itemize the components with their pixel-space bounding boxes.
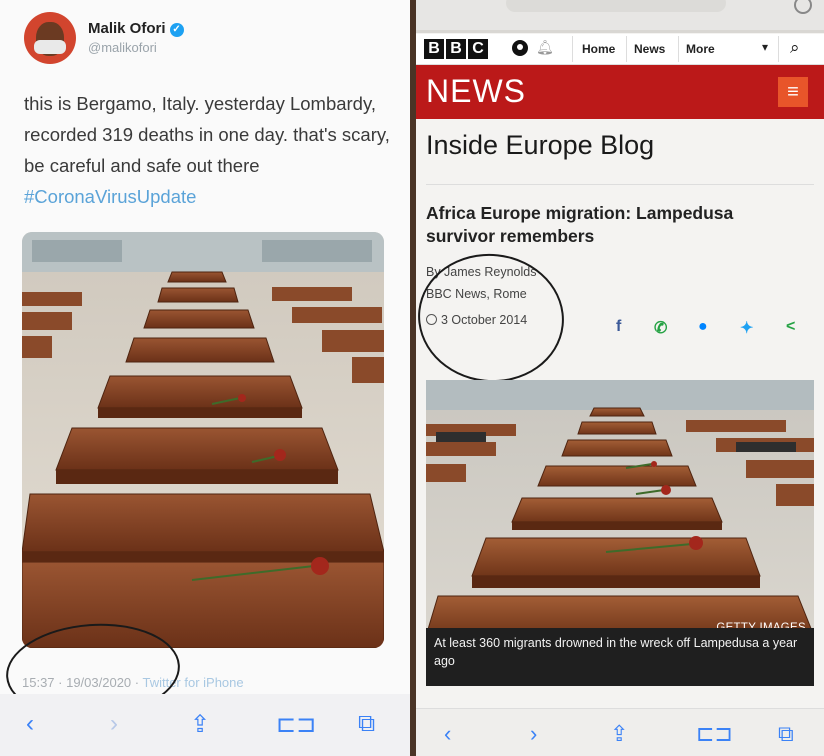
photo-caption: At least 360 migrants drowned in the wre… (426, 628, 814, 686)
share-icon[interactable]: ⇪ (610, 721, 628, 747)
article-photo[interactable]: GETTY IMAGES At least 360 migrants drown… (426, 380, 814, 686)
back-chevron-icon[interactable]: ‹ (444, 721, 451, 747)
divider (426, 184, 814, 185)
bbc-logo[interactable]: B B C (424, 39, 488, 59)
nav-more[interactable]: More (686, 42, 715, 56)
logo-letter: B (446, 39, 466, 59)
logo-letter: C (468, 39, 488, 59)
logo-letter: B (424, 39, 444, 59)
search-icon[interactable]: ⌕ (790, 38, 800, 58)
safari-toolbar: ‹ › ⇪ ⊏⊐ ⧉ (0, 694, 410, 756)
hashtag-link[interactable]: #CoronaVirusUpdate (24, 186, 196, 207)
coffins-photo (22, 232, 384, 648)
bbc-top-nav: B B C 🔔︎ Home News More ▾ ⌕ (416, 34, 824, 65)
tweet-text: this is Bergamo, Italy. yesterday Lombar… (24, 88, 394, 212)
verified-badge-icon: ✓ (169, 23, 184, 37)
tweet-screenshot: Malik Ofori ✓ @malikofori this is Bergamo… (0, 0, 416, 756)
messenger-icon[interactable]: ● (698, 318, 708, 336)
bbc-article-screenshot: B B C 🔔︎ Home News More ▾ ⌕ NEWS ≡ Insid… (416, 0, 824, 756)
share-icon[interactable]: ⇪ (190, 710, 210, 739)
book-icon[interactable]: ⊏⊐ (696, 721, 733, 747)
nav-news[interactable]: News (634, 42, 665, 56)
tabs-icon[interactable]: ⧉ (778, 721, 794, 747)
tabs-icon[interactable]: ⧉ (358, 710, 375, 738)
notifications-bell-icon[interactable]: 🔔︎ (536, 39, 554, 56)
author-name-text: Malik Ofori (88, 20, 166, 37)
forward-chevron-icon[interactable]: › (530, 721, 537, 747)
author-handle[interactable]: @malikofori (88, 40, 157, 55)
share-icon[interactable]: < (786, 318, 795, 336)
back-chevron-icon[interactable]: ‹ (26, 710, 34, 738)
avatar[interactable] (24, 12, 76, 64)
author-name[interactable]: Malik Ofori ✓ (88, 20, 184, 37)
article-headline: Africa Europe migration: Lampedusa survi… (426, 203, 734, 246)
nav-home[interactable]: Home (582, 42, 615, 56)
blog-title[interactable]: Inside Europe Blog (426, 130, 654, 161)
twitter-icon[interactable]: ✦ (740, 318, 753, 338)
news-section-bar: NEWS ≡ (416, 65, 824, 119)
account-icon[interactable] (512, 40, 528, 56)
reload-icon[interactable] (794, 0, 812, 14)
safari-toolbar: ‹ › ⇪ ⊏⊐ ⧉ (416, 708, 824, 756)
url-bar[interactable] (416, 0, 824, 33)
forward-chevron-icon[interactable]: › (110, 710, 118, 738)
whatsapp-icon[interactable]: ✆ (654, 318, 667, 338)
tweet-photo[interactable] (22, 232, 384, 648)
book-icon[interactable]: ⊏⊐ (276, 710, 316, 739)
section-title[interactable]: NEWS (426, 73, 526, 110)
address-field[interactable] (506, 0, 726, 12)
chevron-down-icon[interactable]: ▾ (762, 40, 768, 54)
facebook-icon[interactable]: f (616, 318, 621, 336)
tweet-body: this is Bergamo, Italy. yesterday Lombar… (24, 93, 390, 176)
hamburger-menu-icon[interactable]: ≡ (778, 77, 808, 107)
